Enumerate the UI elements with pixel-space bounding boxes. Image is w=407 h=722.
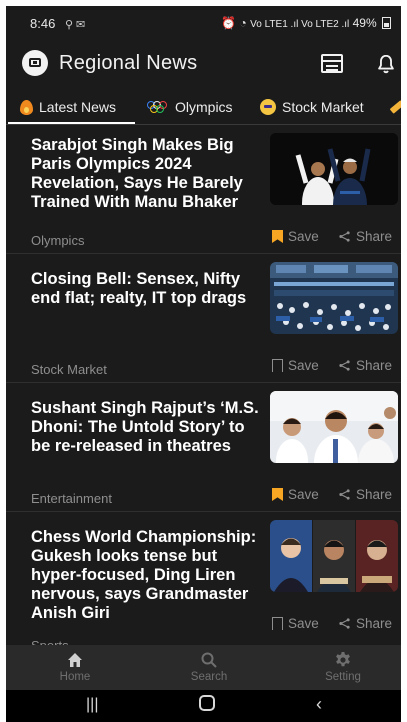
notification-icon: ⚲ ✉: [64, 19, 86, 31]
system-navigation-bar: ||| ‹: [6, 690, 401, 722]
news-card[interactable]: Sarabjot Singh Makes Big Paris Olympics …: [6, 125, 401, 254]
bookmark-filled-icon: [272, 488, 283, 501]
tab-label: Stock Market: [282, 99, 364, 115]
category-tabs: Latest News Olympics Stock Market: [6, 90, 401, 124]
flame-icon: [20, 99, 33, 115]
battery-level: 49%: [352, 16, 377, 30]
app-bar: Regional News: [6, 42, 401, 86]
actor-classroom-photo[interactable]: [270, 391, 398, 463]
tab-olympics[interactable]: Olympics: [147, 90, 233, 124]
article-category: Stock Market: [31, 362, 107, 377]
status-time: 8:46: [30, 16, 56, 31]
news-card[interactable]: Closing Bell: Sensex, Nifty end flat; re…: [6, 254, 401, 383]
save-button[interactable]: Save: [272, 358, 319, 373]
article-headline[interactable]: Sushant Singh Rajput’s ‘M.S. Dhoni: The …: [31, 399, 263, 456]
athletes-celebrating-photo[interactable]: [270, 133, 398, 205]
share-button[interactable]: Share: [339, 616, 392, 631]
tab-stock-market[interactable]: Stock Market: [260, 90, 364, 124]
share-icon: [339, 618, 350, 629]
share-button[interactable]: Share: [339, 358, 392, 373]
newspaper-icon: [22, 50, 48, 76]
tab-label: Olympics: [175, 99, 233, 115]
save-button[interactable]: Save: [272, 487, 319, 502]
nav-search[interactable]: Search: [169, 651, 249, 683]
recent-apps-icon[interactable]: |||: [86, 696, 98, 714]
bottom-navigation: Home Search Setting: [6, 645, 401, 690]
back-icon[interactable]: ‹: [316, 694, 322, 715]
calendar-icon[interactable]: [321, 54, 343, 73]
gear-icon: [336, 652, 350, 667]
phone-screen: 8:46 ⚲ ✉ ⏰ ◔ Vo LTE1 .ıl Vo LTE2 .ıl 49%…: [6, 6, 401, 722]
article-category: Olympics: [31, 233, 85, 248]
home-icon: [68, 653, 82, 667]
nav-setting[interactable]: Setting: [303, 651, 383, 683]
share-icon: [339, 489, 350, 500]
tab-label: Latest News: [39, 99, 117, 115]
alarm-icon: ⏰: [221, 16, 237, 30]
status-bar: 8:46 ⚲ ✉ ⏰ ◔ Vo LTE1 .ıl Vo LTE2 .ıl 49%: [6, 6, 401, 42]
share-icon: [339, 231, 350, 242]
share-icon: [339, 360, 350, 371]
share-button[interactable]: Share: [339, 229, 392, 244]
article-category: Entertainment: [31, 491, 112, 506]
nav-label: Setting: [325, 671, 361, 683]
save-button[interactable]: Save: [272, 616, 319, 631]
coin-icon: [260, 99, 276, 115]
article-headline[interactable]: Chess World Championship: Gukesh looks t…: [31, 528, 263, 623]
battery-icon: [382, 17, 391, 29]
chess-players-photo[interactable]: [270, 520, 398, 592]
search-icon: [201, 652, 217, 668]
bookmark-outline-icon: [272, 359, 283, 372]
tab-latest-news[interactable]: Latest News: [20, 90, 116, 124]
article-headline[interactable]: Sarabjot Singh Makes Big Paris Olympics …: [31, 136, 263, 212]
bookmark-filled-icon: [272, 230, 283, 243]
news-card[interactable]: Chess World Championship: Gukesh looks t…: [6, 512, 401, 653]
bell-icon[interactable]: [375, 53, 397, 75]
home-circle-icon[interactable]: [199, 695, 215, 716]
app-title: Regional News: [59, 52, 198, 74]
nav-home[interactable]: Home: [35, 651, 115, 683]
pencil-icon: [389, 100, 401, 114]
nav-label: Search: [190, 671, 228, 683]
share-button[interactable]: Share: [339, 487, 392, 502]
signal-indicators: Vo LTE1 .ıl Vo LTE2 .ıl: [250, 19, 350, 30]
olympic-rings-icon: [147, 101, 169, 113]
trading-floor-photo[interactable]: [270, 262, 398, 334]
bookmark-outline-icon: [272, 617, 283, 630]
tab-more[interactable]: [389, 90, 401, 124]
nav-label: Home: [59, 671, 91, 683]
save-button[interactable]: Save: [272, 229, 319, 244]
article-headline[interactable]: Closing Bell: Sensex, Nifty end flat; re…: [31, 270, 263, 308]
news-card[interactable]: Sushant Singh Rajput’s ‘M.S. Dhoni: The …: [6, 383, 401, 512]
wifi-icon: ◔: [239, 16, 247, 30]
